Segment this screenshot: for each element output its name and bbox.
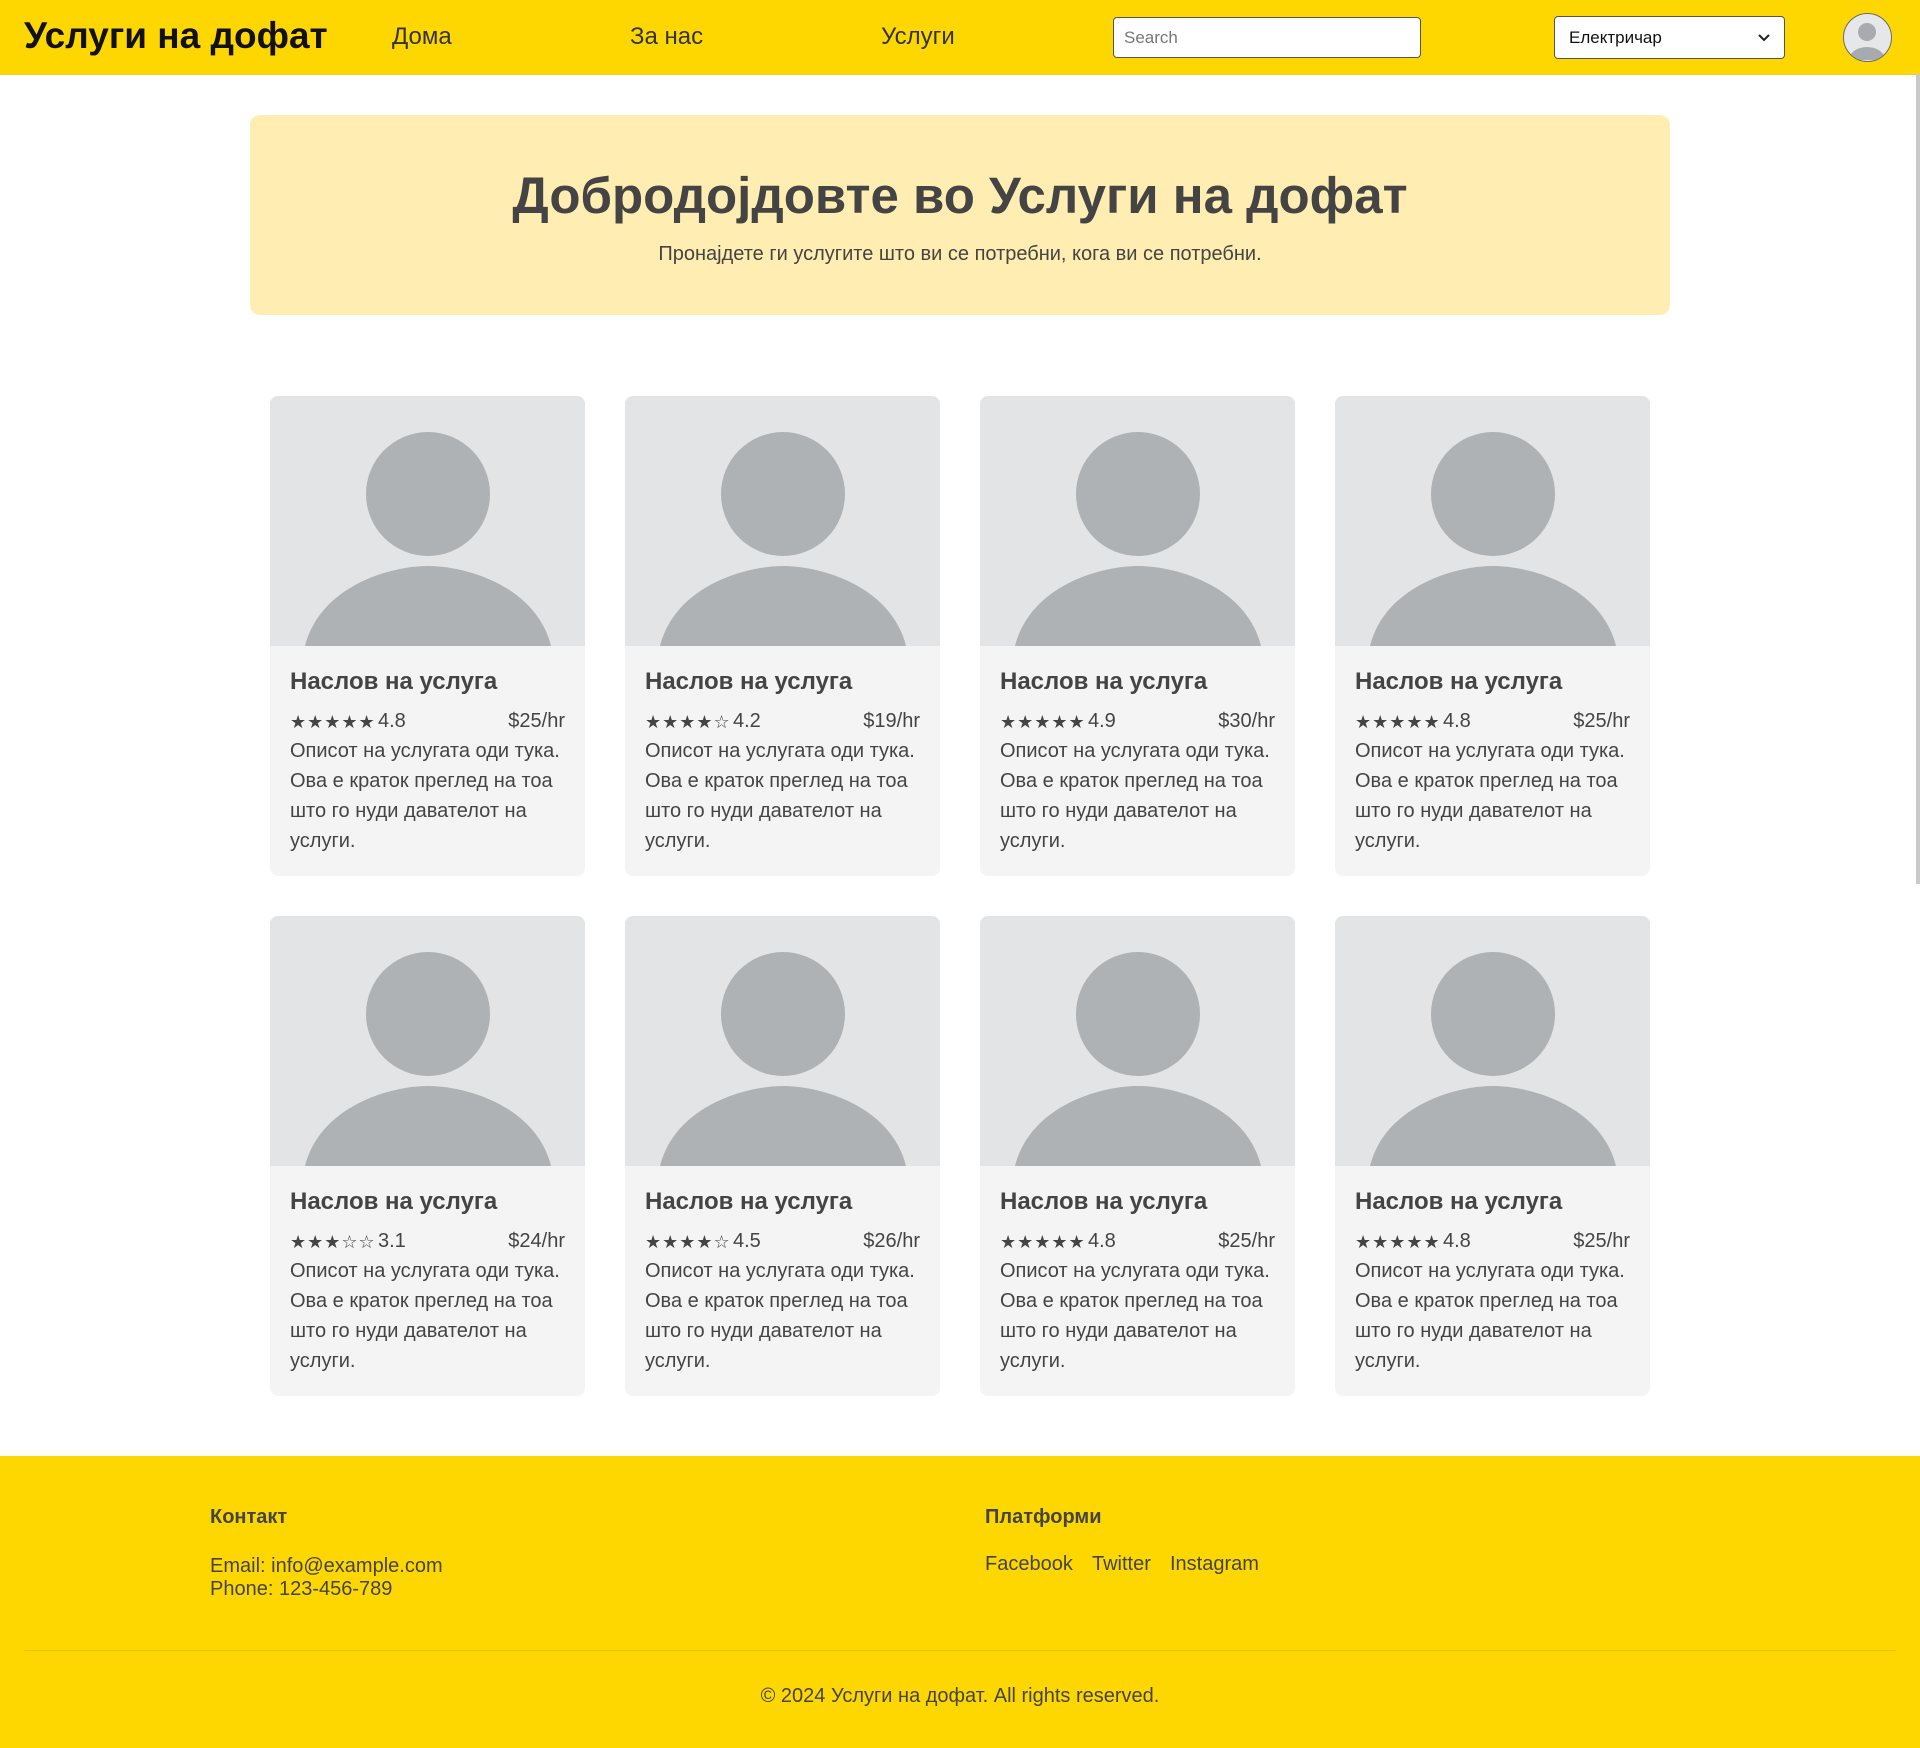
nav-link-services[interactable]: Услуги (881, 22, 955, 52)
card-title[interactable]: Наслов на услуга (1000, 1188, 1207, 1216)
card-price: $19/hr (863, 710, 920, 732)
star-rating-icon: ★★★★★ (1000, 1232, 1086, 1252)
search-input[interactable] (1113, 17, 1421, 58)
card-title[interactable]: Наслов на услуга (1355, 668, 1562, 696)
card-title[interactable]: Наслов на услуга (645, 668, 852, 696)
star-rating-icon: ★★★☆☆ (290, 1232, 376, 1252)
card-description: Описот на услугата оди тука. Ова е крато… (1355, 1260, 1625, 1372)
card-price: $25/hr (1573, 710, 1630, 732)
category-select-value: Електричар (1569, 27, 1662, 47)
header: Услуги на дофат Дома За нас Услуги Елект… (0, 0, 1920, 75)
service-card[interactable]: Наслов на услуга ★★★★★ 4.8 $25/hr Описот на … (270, 396, 585, 876)
card-rating: 3.1 (378, 1230, 406, 1252)
provider-photo-placeholder (1335, 396, 1650, 646)
card-description: Описот на услугата оди тука. Ова е крато… (290, 1260, 560, 1372)
card-price: $25/hr (1218, 1230, 1275, 1252)
person-placeholder-icon (660, 432, 906, 646)
provider-photo-placeholder (980, 916, 1295, 1166)
provider-photo-placeholder (270, 916, 585, 1166)
star-rating-icon: ★★★★★ (1355, 1232, 1441, 1252)
provider-photo-placeholder (980, 396, 1295, 646)
card-title[interactable]: Наслов на услуга (1000, 668, 1207, 696)
service-card[interactable]: Наслов на услуга ★★★★☆ 4.5 $26/hr Описот на … (625, 916, 940, 1396)
card-title[interactable]: Наслов на услуга (290, 668, 497, 696)
card-rating: 4.8 (1443, 710, 1471, 732)
card-description: Описот на услугата оди тука. Ова е крато… (1000, 740, 1270, 852)
card-title[interactable]: Наслов на услуга (1355, 1188, 1562, 1216)
card-price: $30/hr (1218, 710, 1275, 732)
footer-link-facebook[interactable]: Facebook (985, 1553, 1073, 1576)
card-description: Описот на услугата оди тука. Ова е крато… (290, 740, 560, 852)
nav-link-home[interactable]: Дома (392, 22, 452, 52)
person-placeholder-icon (305, 432, 551, 646)
star-rating-icon: ★★★★★ (290, 712, 376, 732)
footer-copyright: © 2024 Услуги на дофат. All rights reser… (760, 1685, 1160, 1707)
person-placeholder-icon (305, 952, 551, 1166)
card-description: Описот на услугата оди тука. Ова е крато… (1355, 740, 1625, 852)
page: Услуги на дофат Дома За нас Услуги Елект… (0, 0, 1920, 1748)
brand-logo[interactable]: Услуги на дофат (24, 14, 328, 58)
provider-photo-placeholder (625, 396, 940, 646)
service-card[interactable]: Наслов на услуга ★★★☆☆ 3.1 $24/hr Описот на … (270, 916, 585, 1396)
card-description: Описот на услугата оди тука. Ова е крато… (645, 1260, 915, 1372)
card-price: $26/hr (863, 1230, 920, 1252)
service-card[interactable]: Наслов на услуга ★★★★★ 4.8 $25/hr Описот на … (1335, 916, 1650, 1396)
star-rating-icon: ★★★★★ (1355, 712, 1441, 732)
scrollbar[interactable] (1916, 74, 1920, 884)
footer-platforms-heading: Платформи (985, 1506, 1102, 1528)
card-title[interactable]: Наслов на услуга (290, 1188, 497, 1216)
star-rating-icon: ★★★★☆ (645, 1232, 731, 1252)
hero-subtitle: Пронајдете ги услугите што ви се потребн… (658, 243, 1262, 265)
footer-divider (24, 1650, 1896, 1651)
card-rating: 4.8 (1443, 1230, 1471, 1252)
footer-link-twitter[interactable]: Twitter (1092, 1553, 1151, 1576)
person-placeholder-icon (1370, 952, 1616, 1166)
footer-phone: Phone: 123-456-789 (210, 1578, 393, 1600)
card-rating: 4.5 (733, 1230, 761, 1252)
category-select[interactable]: Електричар (1554, 16, 1785, 59)
card-rating: 4.8 (378, 710, 406, 732)
footer-email: Email: info@example.com (210, 1555, 443, 1577)
provider-photo-placeholder (270, 396, 585, 646)
card-rating: 4.8 (1088, 1230, 1116, 1252)
service-card[interactable]: Наслов на услуга ★★★★☆ 4.2 $19/hr Описот на … (625, 396, 940, 876)
service-card[interactable]: Наслов на услуга ★★★★★ 4.8 $25/hr Описот на … (1335, 396, 1650, 876)
footer-link-instagram[interactable]: Instagram (1170, 1553, 1259, 1576)
service-card[interactable]: Наслов на услуга ★★★★★ 4.8 $25/hr Описот на … (980, 916, 1295, 1396)
star-rating-icon: ★★★★★ (1000, 712, 1086, 732)
hero-banner: Добродојдовте во Услуги на дофат Пронајд… (250, 115, 1670, 315)
provider-photo-placeholder (625, 916, 940, 1166)
user-avatar-icon[interactable] (1843, 13, 1892, 62)
card-title[interactable]: Наслов на услуга (645, 1188, 852, 1216)
footer: Контакт Email: info@example.com Phone: 1… (0, 1456, 1920, 1748)
card-price: $24/hr (508, 1230, 565, 1252)
person-placeholder-icon (1370, 432, 1616, 646)
person-placeholder-icon (1015, 432, 1261, 646)
person-placeholder-icon (1015, 952, 1261, 1166)
chevron-down-icon (1758, 30, 1770, 45)
card-price: $25/hr (508, 710, 565, 732)
card-description: Описот на услугата оди тука. Ова е крато… (1000, 1260, 1270, 1372)
star-rating-icon: ★★★★☆ (645, 712, 731, 732)
card-description: Описот на услугата оди тука. Ова е крато… (645, 740, 915, 852)
person-placeholder-icon (660, 952, 906, 1166)
card-rating: 4.9 (1088, 710, 1116, 732)
service-card[interactable]: Наслов на услуга ★★★★★ 4.9 $30/hr Описот на … (980, 396, 1295, 876)
footer-contact-heading: Контакт (210, 1506, 288, 1528)
hero-title: Добродојдовте во Услуги на дофат (512, 167, 1408, 224)
provider-photo-placeholder (1335, 916, 1650, 1166)
card-rating: 4.2 (733, 710, 761, 732)
nav-link-about[interactable]: За нас (630, 22, 703, 52)
card-price: $25/hr (1573, 1230, 1630, 1252)
